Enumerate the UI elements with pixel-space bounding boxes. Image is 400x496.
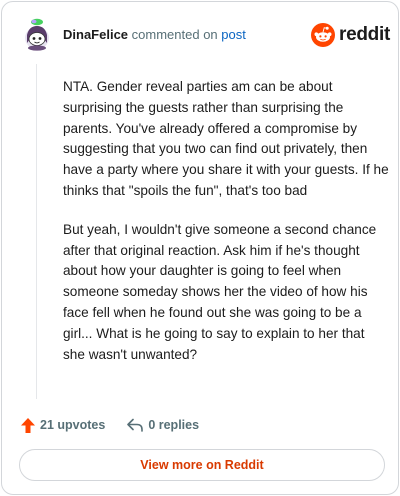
comment-body: NTA. Gender reveal parties am can be abo…	[63, 77, 389, 383]
comment-actions: 21 upvotes 0 replies	[20, 415, 199, 435]
username-link[interactable]: DinaFelice	[63, 27, 128, 42]
reddit-wordmark: reddit	[339, 24, 390, 45]
reply-count: 0 replies	[148, 418, 200, 432]
upvote-count: 21 upvotes	[40, 418, 106, 432]
snoo-avatar-icon[interactable]	[23, 17, 51, 51]
reddit-snoo-icon	[311, 23, 335, 47]
comment-header: DinaFelice commented on post reddit	[2, 2, 398, 64]
comment-paragraph: But yeah, I wouldn't give someone a seco…	[63, 221, 377, 362]
comment-byline: DinaFelice commented on post	[63, 28, 246, 42]
comment-paragraph: NTA. Gender reveal parties am can be abo…	[63, 79, 389, 198]
comment-embed-card: DinaFelice commented on post reddit NTA.…	[1, 1, 399, 495]
replies-button[interactable]: 0 replies	[126, 417, 199, 433]
reply-arrow-icon	[127, 418, 144, 432]
upvote-button[interactable]: 21 upvotes	[20, 417, 105, 434]
view-more-button[interactable]: View more on Reddit	[19, 449, 385, 481]
reddit-logo[interactable]: reddit	[311, 22, 390, 48]
commented-on-text: commented on	[131, 27, 218, 42]
thread-line	[36, 64, 37, 399]
upvote-arrow-icon	[21, 417, 35, 433]
post-link[interactable]: post	[221, 27, 246, 42]
